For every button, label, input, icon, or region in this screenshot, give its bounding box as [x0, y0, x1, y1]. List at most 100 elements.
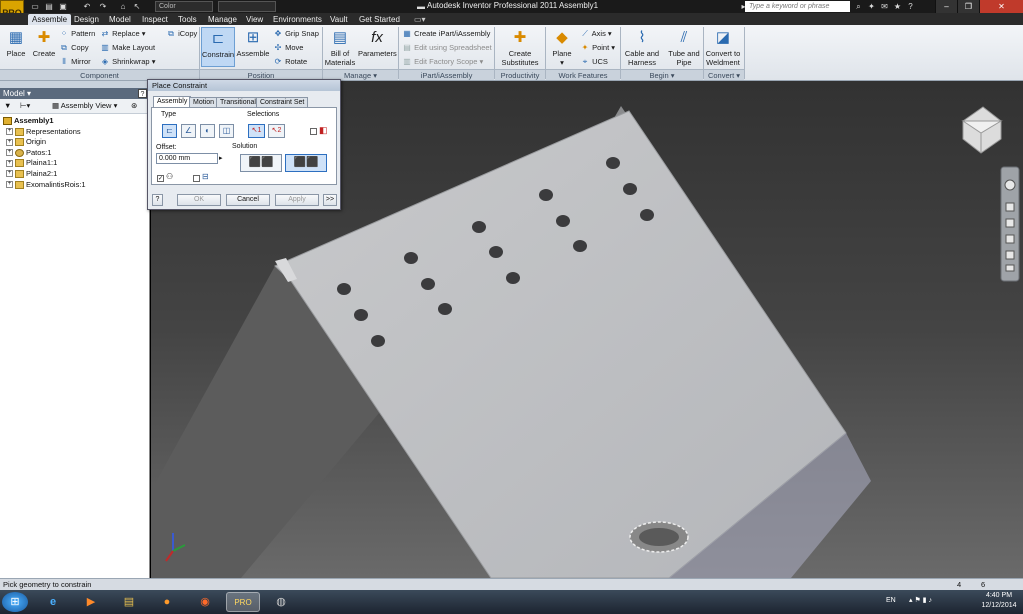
productivity-panel-title[interactable]: Productivity: [495, 69, 545, 80]
tab-tools[interactable]: Tools: [174, 14, 201, 25]
tangent-constraint-button[interactable]: ◐: [200, 124, 215, 138]
expand-icon[interactable]: +: [6, 128, 13, 136]
rotate-button[interactable]: ⟳ Rotate: [273, 56, 308, 68]
save-icon[interactable]: ▣: [58, 2, 68, 11]
plane-button[interactable]: ◆ Plane ▾: [548, 27, 576, 67]
tab-inspect[interactable]: Inspect: [138, 14, 172, 25]
tree-item-plaina2[interactable]: + Plaina2:1: [0, 169, 149, 180]
tab-motion[interactable]: Motion: [189, 97, 219, 107]
help-search-input[interactable]: Type a keyword or phrase: [745, 1, 850, 12]
bill-of-materials-button[interactable]: ▤ Bill of Materials: [324, 27, 356, 67]
language-indicator[interactable]: EN: [886, 597, 896, 604]
expand-icon[interactable]: +: [6, 149, 13, 157]
tree-item-origin[interactable]: + Origin: [0, 137, 149, 148]
open-icon[interactable]: ▤: [44, 2, 54, 11]
icopy-button[interactable]: ⧉ iCopy: [166, 28, 197, 40]
dialog-title-bar[interactable]: Place Constraint: [148, 80, 340, 91]
communication-center-icon[interactable]: ✉: [879, 1, 890, 12]
tree-item-representations[interactable]: + Representations: [0, 127, 149, 138]
tab-manage[interactable]: Manage: [204, 14, 241, 25]
tab-model[interactable]: Model: [105, 14, 135, 25]
edit-factory-scope-button[interactable]: ▥ Edit Factory Scope ▾: [402, 56, 483, 68]
dialog-help-button[interactable]: ?: [152, 194, 163, 206]
insert-constraint-button[interactable]: ◫: [219, 124, 234, 138]
design-view-select[interactable]: [218, 1, 276, 12]
firefox-icon[interactable]: ◉: [190, 592, 220, 612]
flush-solution-button[interactable]: ⬛⬛: [285, 154, 327, 172]
undo-icon[interactable]: ↶: [82, 2, 92, 11]
ok-button[interactable]: OK: [177, 194, 221, 206]
place-button[interactable]: ▦ Place: [3, 27, 29, 67]
point-button[interactable]: ✦ Point ▾: [580, 42, 615, 54]
make-layout-button[interactable]: ▥ Make Layout: [100, 42, 155, 54]
parameters-button[interactable]: fx Parameters: [358, 27, 397, 67]
color-override-select[interactable]: Color: [155, 1, 213, 12]
constrain-button[interactable]: ⊏ Constrain: [201, 27, 235, 67]
help-icon[interactable]: ?: [905, 1, 916, 12]
tab-vault[interactable]: Vault: [326, 14, 352, 25]
tab-assembly[interactable]: Assembly: [153, 96, 192, 107]
tray-icons[interactable]: ▴ ⚑ ▮ ♪: [909, 596, 932, 604]
create-ipart-button[interactable]: ▦ Create iPart/iAssembly: [402, 28, 490, 40]
start-button[interactable]: ⊞: [2, 592, 28, 612]
create-substitutes-button[interactable]: ✚ Create Substitutes: [497, 27, 543, 67]
grip-snap-button[interactable]: ✥ Grip Snap: [273, 28, 319, 40]
mate-solution-button[interactable]: ⬛⬛: [240, 154, 282, 172]
redo-icon[interactable]: ↷: [98, 2, 108, 11]
cancel-button[interactable]: Cancel: [226, 194, 270, 206]
minimize-ribbon-icon[interactable]: ▭▾: [410, 14, 430, 25]
cable-harness-button[interactable]: ⌇ Cable and Harness: [622, 27, 662, 67]
home-icon[interactable]: ⌂: [118, 2, 128, 11]
begin-panel-title[interactable]: Begin ▾: [621, 69, 703, 80]
tab-constraint-set[interactable]: Constraint Set: [256, 97, 309, 107]
move-button[interactable]: ✣ Move: [273, 42, 304, 54]
find-icon[interactable]: ⊛: [131, 101, 137, 110]
copy-button[interactable]: ⧉ Copy: [59, 42, 88, 54]
app-icon-orange[interactable]: ●: [152, 592, 182, 612]
expand-icon[interactable]: +: [6, 138, 13, 146]
expand-icon[interactable]: +: [6, 170, 13, 178]
ipart-panel-title[interactable]: iPart/iAssembly: [399, 69, 494, 80]
tab-get-started[interactable]: Get Started: [355, 14, 404, 25]
tree-item-patos[interactable]: + Patos:1: [0, 148, 149, 159]
tree-root-assembly[interactable]: Assembly1: [0, 116, 149, 127]
replace-button[interactable]: ⇄ Replace ▾: [100, 28, 146, 40]
pick-part-first-checkbox[interactable]: [310, 128, 317, 135]
close-button[interactable]: ✕: [979, 0, 1023, 13]
more-button[interactable]: >>: [323, 194, 337, 206]
axis-button[interactable]: ⟋ Axis ▾: [580, 28, 612, 40]
tab-design[interactable]: Design: [70, 14, 103, 25]
assembly-view-select[interactable]: ▦ Assembly View ▾: [52, 101, 117, 110]
selected-circular-edge[interactable]: [629, 521, 689, 553]
favorites-icon[interactable]: ★: [892, 1, 903, 12]
edit-spreadsheet-button[interactable]: ▤ Edit using Spreadsheet: [402, 42, 491, 54]
select-icon[interactable]: ↖: [132, 2, 142, 11]
tube-pipe-button[interactable]: ⫽ Tube and Pipe: [665, 27, 703, 67]
offset-input[interactable]: 0.000 mm: [156, 153, 218, 164]
minimize-button[interactable]: ‒: [935, 0, 957, 13]
mirror-button[interactable]: ⫴ Mirror: [59, 56, 90, 68]
assemble-button[interactable]: ⊞ Assemble: [236, 27, 270, 67]
preview-checkbox[interactable]: ✓: [157, 175, 164, 182]
pattern-button[interactable]: ⁘ Pattern: [59, 28, 96, 40]
mate-constraint-button[interactable]: ⊏: [162, 124, 177, 138]
offset-dropdown-icon[interactable]: ▸: [219, 154, 223, 162]
create-button[interactable]: ✚ Create: [31, 27, 57, 67]
inventor-taskbar-icon[interactable]: PRO: [226, 592, 260, 612]
convert-panel-title[interactable]: Convert ▾: [704, 69, 744, 80]
tree-item-exomalintisrois[interactable]: + ExomalintisRois:1: [0, 180, 149, 191]
tab-environments[interactable]: Environments: [269, 14, 326, 25]
tab-assemble[interactable]: Assemble: [28, 14, 72, 25]
new-icon[interactable]: ▭: [30, 2, 40, 11]
work-features-panel-title[interactable]: Work Features: [546, 69, 620, 80]
predict-offset-checkbox[interactable]: [193, 175, 200, 182]
hierarchy-icon[interactable]: ⊢▾: [20, 101, 30, 110]
file-explorer-icon[interactable]: ▤: [114, 592, 144, 612]
tab-transitional[interactable]: Transitional: [216, 97, 260, 107]
restore-button[interactable]: ❐: [957, 0, 979, 13]
ucs-button[interactable]: ⌖ UCS: [580, 56, 608, 68]
paint-icon[interactable]: ◍: [266, 592, 296, 612]
search-icon[interactable]: ⌕: [853, 1, 864, 12]
tab-view[interactable]: View: [242, 14, 267, 25]
convert-weldment-button[interactable]: ◪ Convert to Weldment: [704, 27, 742, 67]
